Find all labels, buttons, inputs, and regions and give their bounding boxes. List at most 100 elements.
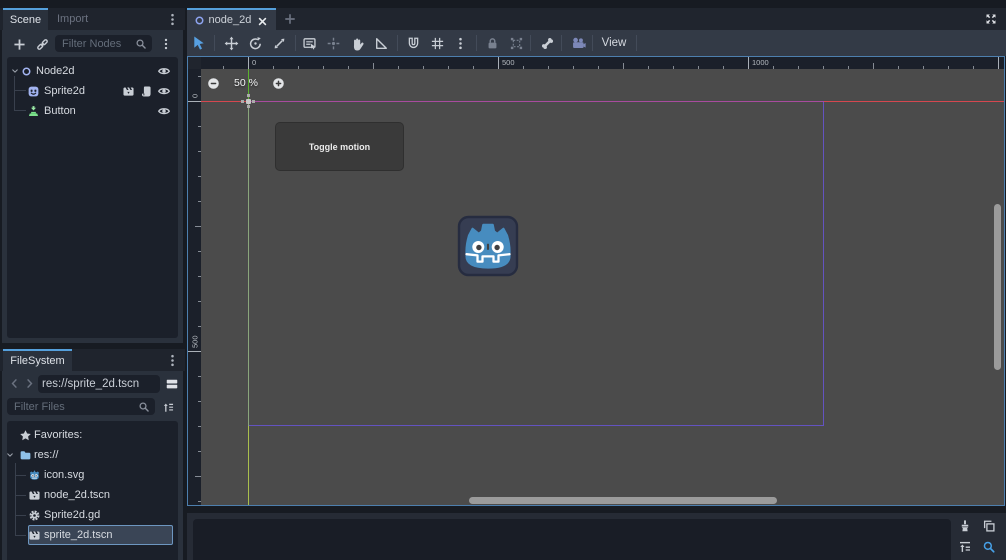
zoom-in-button[interactable] bbox=[272, 77, 285, 90]
instance-scene-button[interactable] bbox=[33, 35, 51, 53]
view-menu-button[interactable]: View bbox=[596, 31, 632, 55]
clear-output-button[interactable] bbox=[956, 517, 974, 535]
y-axis-line-overlap bbox=[248, 101, 250, 426]
search-output-button[interactable] bbox=[980, 538, 998, 556]
add-node-button[interactable] bbox=[10, 35, 28, 53]
grid-snap-icon bbox=[430, 36, 445, 51]
camera-override-button[interactable] bbox=[566, 31, 590, 55]
collapse-arrow-icon[interactable] bbox=[10, 66, 20, 76]
snap-options-button[interactable] bbox=[448, 31, 472, 55]
tree-row-res-root[interactable]: res:// bbox=[7, 445, 178, 465]
button-node-icon bbox=[27, 105, 40, 118]
favorites-label: Favorites: bbox=[34, 429, 82, 441]
zoom-out-icon bbox=[207, 77, 220, 90]
scene-dock-panel: Filter Nodes Node2d Sprite2d bbox=[2, 30, 183, 343]
visibility-toggle[interactable] bbox=[156, 83, 172, 99]
lock-selected-button[interactable] bbox=[480, 31, 504, 55]
tree-row-icon-svg[interactable]: icon.svg bbox=[7, 465, 178, 485]
new-scene-tab-button[interactable] bbox=[282, 11, 298, 27]
skeleton-options-button[interactable] bbox=[535, 31, 559, 55]
godot-sprite[interactable] bbox=[456, 214, 520, 278]
tab-scene-label: Scene bbox=[10, 14, 41, 26]
distraction-free-button[interactable] bbox=[983, 11, 999, 27]
scene-file-icon bbox=[28, 489, 41, 502]
current-path-value: res://sprite_2d.tscn bbox=[38, 378, 160, 390]
close-icon bbox=[256, 15, 269, 28]
search-icon bbox=[135, 38, 147, 50]
move-tool-button[interactable] bbox=[219, 31, 243, 55]
attached-script-button[interactable] bbox=[138, 83, 154, 99]
scene-dock-tabbar: Scene Import bbox=[0, 8, 185, 30]
pivot-tool-button[interactable] bbox=[321, 31, 345, 55]
filter-files-input[interactable]: Filter Files bbox=[7, 398, 155, 415]
zoom-out-button[interactable] bbox=[207, 77, 220, 90]
split-view-icon bbox=[165, 377, 179, 391]
origin-gizmo bbox=[241, 94, 255, 108]
ruler-tool-button[interactable] bbox=[369, 31, 393, 55]
pivot-icon bbox=[326, 36, 341, 51]
collapse-arrow-icon[interactable] bbox=[5, 450, 15, 460]
zoom-percent[interactable]: 50 % bbox=[229, 77, 263, 89]
visibility-toggle[interactable] bbox=[156, 63, 172, 79]
scene-tab-node2d[interactable]: node_2d bbox=[187, 8, 276, 30]
move-icon bbox=[224, 36, 239, 51]
close-tab-button[interactable] bbox=[254, 13, 270, 29]
history-back-button[interactable] bbox=[6, 375, 22, 391]
group-icon bbox=[509, 36, 524, 51]
scene-dock-menu-button[interactable] bbox=[164, 11, 180, 27]
vertical-ruler: 0 500 bbox=[188, 69, 201, 505]
select-tool-button[interactable] bbox=[187, 31, 211, 55]
file-sort-button[interactable] bbox=[159, 398, 177, 416]
copy-output-button[interactable] bbox=[980, 517, 998, 535]
tree-row-node2d[interactable]: Node2d bbox=[7, 61, 178, 81]
history-forward-button[interactable] bbox=[21, 375, 37, 391]
scale-icon bbox=[272, 36, 287, 51]
filesystem-dock-menu-button[interactable] bbox=[164, 352, 180, 368]
vertical-scrollbar[interactable] bbox=[994, 204, 1001, 370]
tab-import[interactable]: Import bbox=[57, 13, 88, 25]
tree-row-favorites[interactable]: Favorites: bbox=[7, 425, 178, 445]
viewport-top-edge bbox=[248, 101, 824, 103]
kebab-menu-icon bbox=[453, 36, 468, 51]
rotate-icon bbox=[248, 36, 263, 51]
tree-row-button[interactable]: Button bbox=[7, 101, 178, 121]
scale-tool-button[interactable] bbox=[267, 31, 291, 55]
expand-icon bbox=[985, 13, 997, 25]
tree-row-sprite2d-tscn[interactable]: sprite_2d.tscn bbox=[7, 525, 178, 545]
tree-row-sprite2d[interactable]: Sprite2d bbox=[7, 81, 178, 101]
horizontal-scrollbar[interactable] bbox=[469, 497, 777, 504]
collapse-duplicates-button[interactable] bbox=[956, 538, 974, 556]
smart-snap-button[interactable] bbox=[401, 31, 425, 55]
movie-maker-badge[interactable] bbox=[120, 83, 136, 99]
tab-scene[interactable]: Scene bbox=[3, 8, 48, 30]
list-select-tool-button[interactable] bbox=[297, 31, 321, 55]
filter-nodes-input[interactable]: Filter Nodes bbox=[55, 35, 152, 52]
current-path-field[interactable]: res://sprite_2d.tscn bbox=[38, 375, 160, 393]
toggle-split-mode-button[interactable] bbox=[163, 375, 181, 393]
gdscript-file-icon bbox=[28, 509, 41, 522]
brush-icon bbox=[958, 519, 972, 533]
canvas-toolbar: View bbox=[187, 30, 1006, 56]
canvas-view[interactable]: Toggle motion 50 % bbox=[201, 69, 1004, 505]
tree-row-sprite2d-gd[interactable]: Sprite2d.gd bbox=[7, 505, 178, 525]
visibility-toggle[interactable] bbox=[156, 103, 172, 119]
scene-file-icon bbox=[28, 529, 41, 542]
eye-icon bbox=[157, 84, 171, 98]
output-log-area[interactable] bbox=[193, 519, 951, 560]
pan-tool-button[interactable] bbox=[345, 31, 369, 55]
grid-snap-button[interactable] bbox=[425, 31, 449, 55]
rotate-tool-button[interactable] bbox=[243, 31, 267, 55]
chevron-left-icon bbox=[8, 377, 21, 390]
scene-tree-menu-button[interactable] bbox=[157, 35, 175, 53]
group-selected-button[interactable] bbox=[504, 31, 528, 55]
sort-icon bbox=[162, 401, 175, 414]
kebab-menu-icon bbox=[165, 12, 180, 27]
pan-hand-icon bbox=[350, 36, 365, 51]
tree-row-node2d-tscn[interactable]: node_2d.tscn bbox=[7, 485, 178, 505]
search-icon bbox=[138, 401, 150, 413]
vruler-label-500: 500 bbox=[191, 335, 200, 348]
tab-filesystem[interactable]: FileSystem bbox=[3, 349, 72, 371]
scene-toggle-motion-button[interactable]: Toggle motion bbox=[275, 122, 404, 171]
file-label-node2d-tscn: node_2d.tscn bbox=[44, 489, 110, 501]
y-axis-line-lower bbox=[248, 426, 250, 505]
